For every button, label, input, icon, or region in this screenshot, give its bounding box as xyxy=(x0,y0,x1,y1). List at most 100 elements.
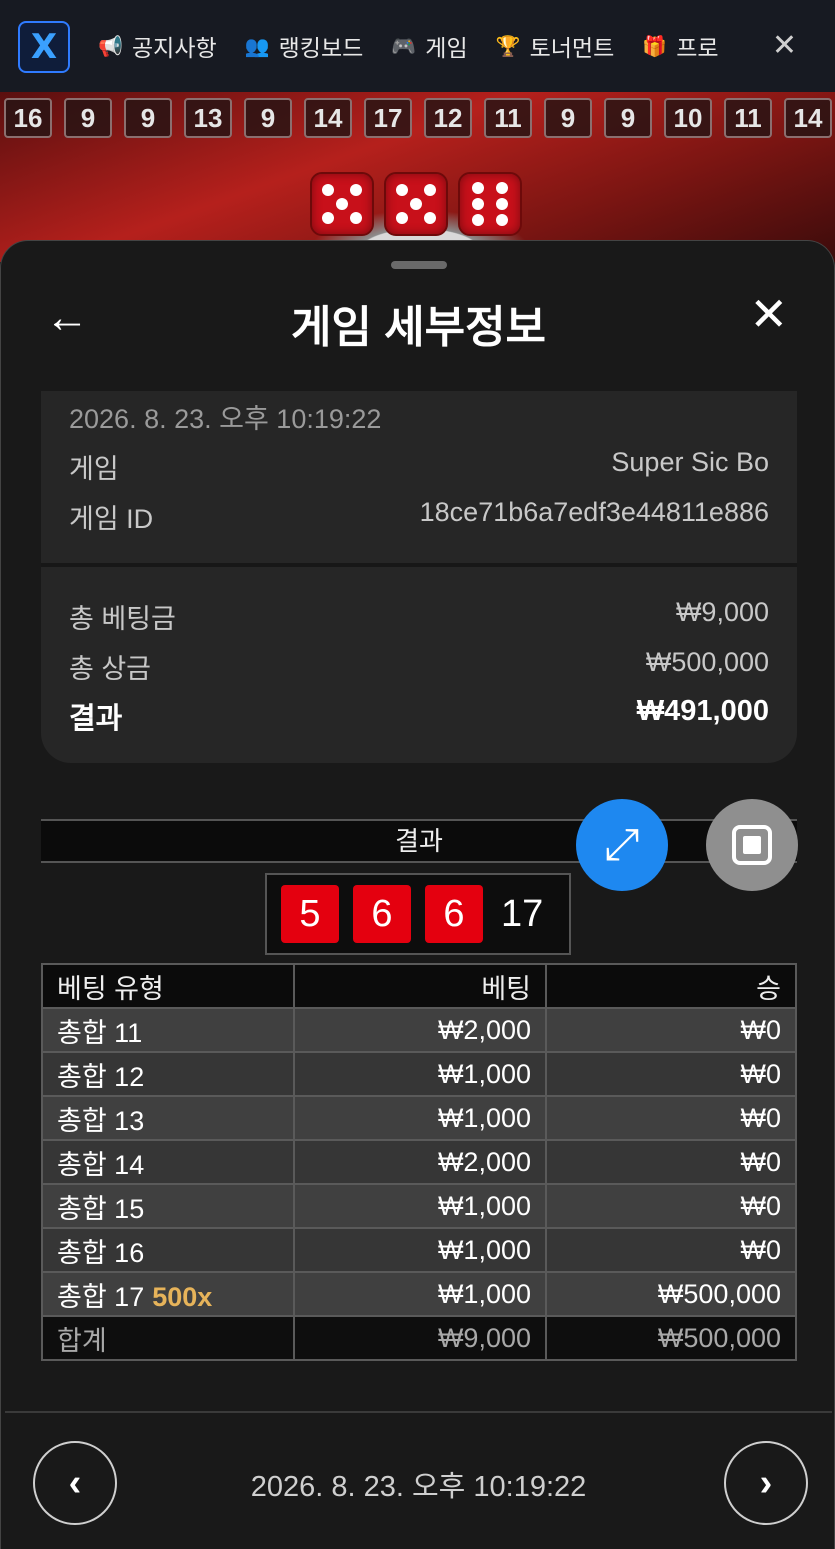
game-value: Super Sic Bo xyxy=(611,447,769,477)
history-item: 11 xyxy=(724,98,772,138)
expand-icon: ⤢ xyxy=(604,820,640,869)
nav-item-notices[interactable]: 📢 공지사항 xyxy=(98,29,217,63)
expand-button[interactable]: ⤢ xyxy=(576,799,668,891)
dice-shaker-dice xyxy=(310,172,522,236)
users-icon: 👥 xyxy=(244,35,270,58)
nav-item-games[interactable]: 🎮 게임 xyxy=(391,29,467,63)
bet-amount-cell: ₩2,000 xyxy=(293,1007,547,1053)
game-id-value: 18ce71b6a7edf3e44811e886 xyxy=(419,497,769,527)
win-amount-cell: ₩0 xyxy=(545,1227,797,1273)
dice-result: 5 6 6 17 xyxy=(265,873,571,955)
nav-item-tournament[interactable]: 🏆 토너먼트 xyxy=(496,29,615,63)
table-row: 총합 16 ₩1,000 ₩0 xyxy=(41,1227,797,1273)
win-amount-cell: ₩0 xyxy=(545,1183,797,1229)
table-row: 총합 14 ₩2,000 ₩0 xyxy=(41,1139,797,1185)
table-row: 총합 13 ₩1,000 ₩0 xyxy=(41,1095,797,1141)
close-icon[interactable]: ✕ xyxy=(749,287,788,341)
win-amount-cell: ₩0 xyxy=(545,1051,797,1097)
net-result-label: 결과 xyxy=(69,703,123,735)
game-details-sheet: ← 게임 세부정보 ✕ 2026. 8. 23. 오후 10:19:22 게임 … xyxy=(0,240,835,1549)
game-video-background: 16 9 9 13 9 14 17 12 11 9 9 10 11 14 xyxy=(0,92,835,262)
game-id-label: 게임 ID xyxy=(69,504,154,534)
stop-button[interactable] xyxy=(706,799,798,891)
game-datetime: 2026. 8. 23. 오후 10:19:22 xyxy=(69,404,382,434)
win-amount-cell: ₩0 xyxy=(545,1139,797,1185)
bet-type: 총합 17 xyxy=(57,1281,145,1312)
result-header: 결과 xyxy=(41,819,797,863)
bet-type-cell: 총합 13 xyxy=(41,1095,295,1141)
bet-type: 총합 11 xyxy=(57,1017,143,1048)
bet-type: 총합 14 xyxy=(57,1149,145,1180)
bet-amount-cell: ₩2,000 xyxy=(293,1139,547,1185)
close-icon[interactable]: ✕ xyxy=(772,28,797,63)
drag-handle[interactable] xyxy=(391,261,447,269)
history-item: 14 xyxy=(784,98,832,138)
bet-type: 총합 16 xyxy=(57,1237,145,1268)
gift-icon: 🎁 xyxy=(642,35,668,58)
history-item: 9 xyxy=(544,98,592,138)
game-id-row: 게임 ID 18ce71b6a7edf3e44811e886 xyxy=(69,497,769,536)
footer-datetime: 2026. 8. 23. 오후 10:19:22 xyxy=(250,1471,587,1503)
result-sum: 17 xyxy=(501,892,544,935)
sheet-title: 게임 세부정보 xyxy=(290,303,547,352)
history-item: 12 xyxy=(424,98,472,138)
total-label: 합계 xyxy=(41,1315,295,1361)
bet-type-cell: 총합 12 xyxy=(41,1051,295,1097)
bet-amount-cell: ₩1,000 xyxy=(293,1095,547,1141)
history-item: 13 xyxy=(184,98,232,138)
total-win: ₩500,000 xyxy=(545,1315,797,1361)
die-five-icon xyxy=(384,172,448,236)
history-item: 9 xyxy=(244,98,292,138)
result-die: 6 xyxy=(425,885,483,943)
bet-type-cell: 총합 16 xyxy=(41,1227,295,1273)
footer-divider xyxy=(5,1411,832,1413)
history-item: 11 xyxy=(484,98,532,138)
column-header-bet: 베팅 xyxy=(293,963,547,1009)
win-amount-cell: ₩0 xyxy=(545,1007,797,1053)
bet-type: 총합 12 xyxy=(57,1061,145,1092)
total-prize-label: 총 상금 xyxy=(69,654,152,684)
table-header-row: 베팅 유형 베팅 승 xyxy=(41,963,797,1009)
bet-type-cell: 총합 17 500x xyxy=(41,1271,295,1317)
nav-item-leaderboard[interactable]: 👥 랭킹보드 xyxy=(245,29,364,63)
result-history: 16 9 9 13 9 14 17 12 11 9 9 10 11 14 xyxy=(4,98,832,138)
nav-item-label: 게임 xyxy=(425,35,468,61)
history-item: 10 xyxy=(664,98,712,138)
nav-item-label: 토너먼트 xyxy=(529,35,615,61)
result-die: 6 xyxy=(353,885,411,943)
history-item: 9 xyxy=(64,98,112,138)
bet-type-cell: 총합 11 xyxy=(41,1007,295,1053)
total-prize-row: 총 상금 ₩500,000 xyxy=(69,647,769,686)
win-amount-cell: ₩500,000 xyxy=(545,1271,797,1317)
logo[interactable]: X xyxy=(18,21,70,73)
stop-icon xyxy=(732,825,772,865)
result-die: 5 xyxy=(281,885,339,943)
win-amount-cell: ₩0 xyxy=(545,1095,797,1141)
gamepad-icon: 🎮 xyxy=(391,35,417,58)
total-bet-row: 총 베팅금 ₩9,000 xyxy=(69,597,769,636)
next-round-button[interactable]: › xyxy=(724,1441,808,1525)
game-label: 게임 xyxy=(69,454,119,484)
die-five-icon xyxy=(310,172,374,236)
bet-amount-cell: ₩1,000 xyxy=(293,1051,547,1097)
nav-item-promo[interactable]: 🎁 프로 xyxy=(642,29,718,63)
column-header-win: 승 xyxy=(545,963,797,1009)
table-row: 총합 11 ₩2,000 ₩0 xyxy=(41,1007,797,1053)
divider xyxy=(41,563,797,567)
trophy-icon: 🏆 xyxy=(495,35,521,58)
multiplier-badge: 500x xyxy=(152,1281,213,1312)
die-six-icon xyxy=(458,172,522,236)
bet-amount-cell: ₩1,000 xyxy=(293,1227,547,1273)
bet-amount-cell: ₩1,000 xyxy=(293,1183,547,1229)
history-item: 16 xyxy=(4,98,52,138)
total-prize-value: ₩500,000 xyxy=(645,647,769,677)
table-row: 총합 12 ₩1,000 ₩0 xyxy=(41,1051,797,1097)
bet-type: 총합 13 xyxy=(57,1105,145,1136)
bet-type-cell: 총합 15 xyxy=(41,1183,295,1229)
total-bet-value: ₩9,000 xyxy=(675,597,769,627)
nav-items: 📢 공지사항 👥 랭킹보드 🎮 게임 🏆 토너먼트 🎁 프로 xyxy=(98,0,719,92)
history-item: 9 xyxy=(604,98,652,138)
bets-table: 베팅 유형 베팅 승 총합 11 ₩2,000 ₩0 총합 12 ₩1,000 … xyxy=(41,963,797,1361)
megaphone-icon: 📢 xyxy=(98,35,123,58)
total-bet-label: 총 베팅금 xyxy=(69,604,176,634)
